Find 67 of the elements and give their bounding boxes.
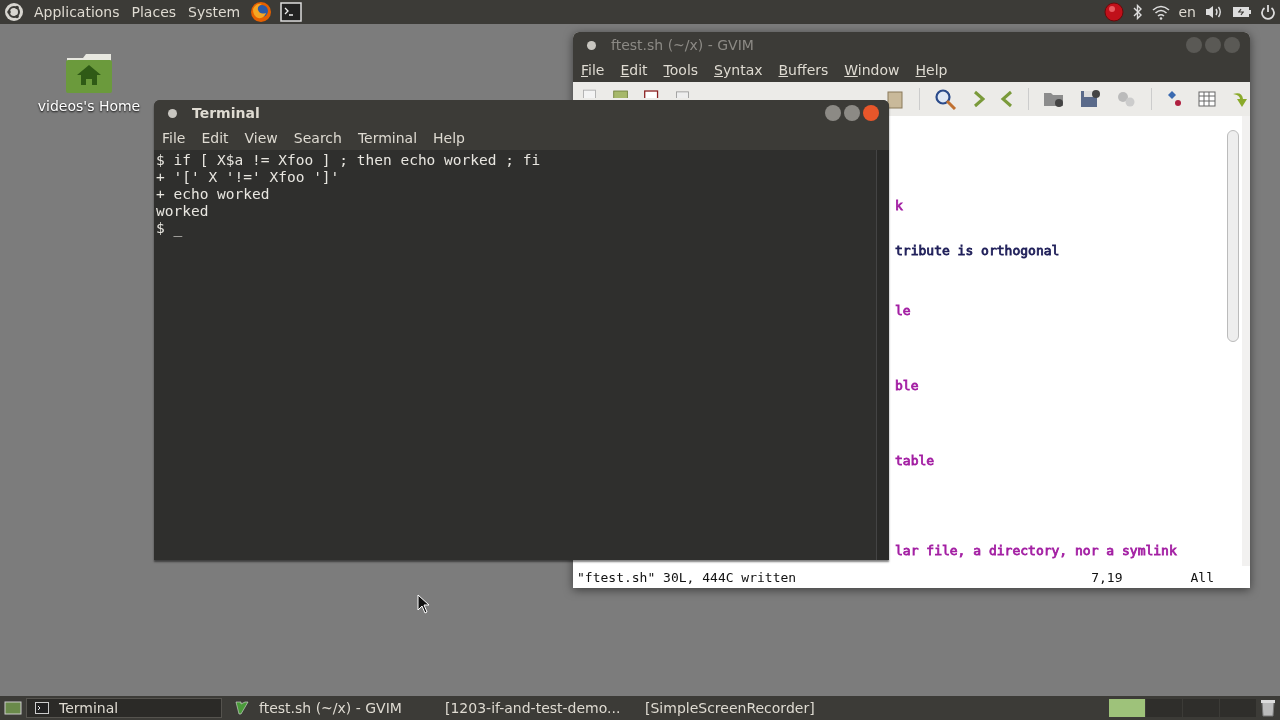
- code-line: le: [895, 303, 911, 318]
- code-line: ble: [895, 378, 919, 393]
- taskbar-button[interactable]: Terminal: [26, 698, 222, 718]
- window-title: ftest.sh (~/x) - GVIM: [611, 37, 754, 53]
- menu-item[interactable]: Tools: [663, 62, 699, 78]
- menu-item[interactable]: Edit: [201, 130, 229, 146]
- minimize-button[interactable]: [825, 105, 841, 121]
- menu-item[interactable]: Syntax: [714, 62, 763, 78]
- code-line: table: [895, 453, 935, 468]
- menu-item[interactable]: Help: [433, 130, 465, 146]
- show-desktop-icon[interactable]: [4, 700, 22, 716]
- menu-item[interactable]: Edit: [620, 62, 648, 78]
- ubuntu-logo-icon[interactable]: [4, 2, 24, 22]
- taskbar-button[interactable]: [SimpleScreenRecorder]: [626, 698, 822, 718]
- panel-menu[interactable]: Applications: [32, 4, 122, 20]
- menu-item[interactable]: Terminal: [357, 130, 418, 146]
- pointer-icon: [417, 594, 431, 614]
- menu-item[interactable]: Window: [844, 62, 900, 78]
- window-menu-icon[interactable]: [587, 40, 596, 50]
- terminal-line: $ _: [156, 220, 184, 237]
- terminal-line: worked: [156, 203, 210, 220]
- menu-item[interactable]: File: [162, 130, 186, 146]
- menu-item[interactable]: Buffers: [778, 62, 829, 78]
- menu-item[interactable]: View: [244, 130, 278, 146]
- search-replace-icon[interactable]: [934, 88, 959, 110]
- terminal-icon: [35, 702, 49, 714]
- record-icon[interactable]: [1102, 1, 1125, 23]
- volume-icon[interactable]: [1204, 4, 1224, 20]
- close-button[interactable]: [863, 105, 879, 121]
- clipboard-icon[interactable]: [885, 89, 906, 109]
- terminal-line: + '[' X '!=' Xfoo ']': [156, 169, 341, 186]
- terminal-line: + echo worked: [156, 186, 271, 203]
- window-menu-icon[interactable]: [168, 108, 177, 118]
- trash-icon[interactable]: [1260, 699, 1276, 717]
- panel-menu[interactable]: System: [186, 4, 243, 20]
- scrollbar[interactable]: [876, 150, 889, 560]
- home-folder-icon[interactable]: [65, 52, 113, 94]
- vim-icon: [235, 701, 249, 715]
- code-line: tribute is orthogonal: [895, 243, 1060, 258]
- forward-icon[interactable]: [972, 90, 987, 108]
- terminal-line: $ if [ X$a != Xfoo ] ; then echo worked ; fi: [156, 152, 542, 169]
- power-icon[interactable]: [1260, 4, 1276, 20]
- desktop-icon-label[interactable]: videos's Home: [37, 98, 141, 114]
- scroll-position: All: [1190, 569, 1214, 585]
- status-message: "ftest.sh" 30L, 444C written: [577, 569, 797, 585]
- window-title: Terminal: [192, 105, 260, 121]
- diamond-icon[interactable]: [1166, 89, 1184, 109]
- menu-item[interactable]: Search: [293, 130, 342, 146]
- back-icon[interactable]: [1000, 90, 1015, 108]
- code-line: k: [895, 198, 903, 213]
- battery-icon[interactable]: [1232, 6, 1252, 18]
- save-gear-icon[interactable]: [1079, 89, 1102, 109]
- table-icon[interactable]: [1198, 91, 1216, 107]
- wifi-icon[interactable]: [1150, 4, 1171, 20]
- bluetooth-icon[interactable]: [1132, 4, 1143, 20]
- cursor-position: 7,19: [1091, 569, 1123, 585]
- menu-item[interactable]: Help: [915, 62, 948, 78]
- code-line: lar file, a directory, nor a symlink: [895, 543, 1177, 558]
- taskbar-button[interactable]: [1203-if-and-test-demo....: [426, 698, 622, 718]
- panel-menu[interactable]: Places: [129, 4, 179, 20]
- workspace-switcher[interactable]: [1109, 699, 1256, 717]
- menu-item[interactable]: File: [581, 62, 605, 78]
- keyboard-layout[interactable]: en: [1178, 4, 1196, 20]
- maximize-button[interactable]: [844, 105, 860, 121]
- terminal-icon[interactable]: [280, 2, 303, 22]
- taskbar-button[interactable]: ftest.sh (~/x) - GVIM: [226, 698, 422, 718]
- firefox-icon[interactable]: [250, 1, 273, 23]
